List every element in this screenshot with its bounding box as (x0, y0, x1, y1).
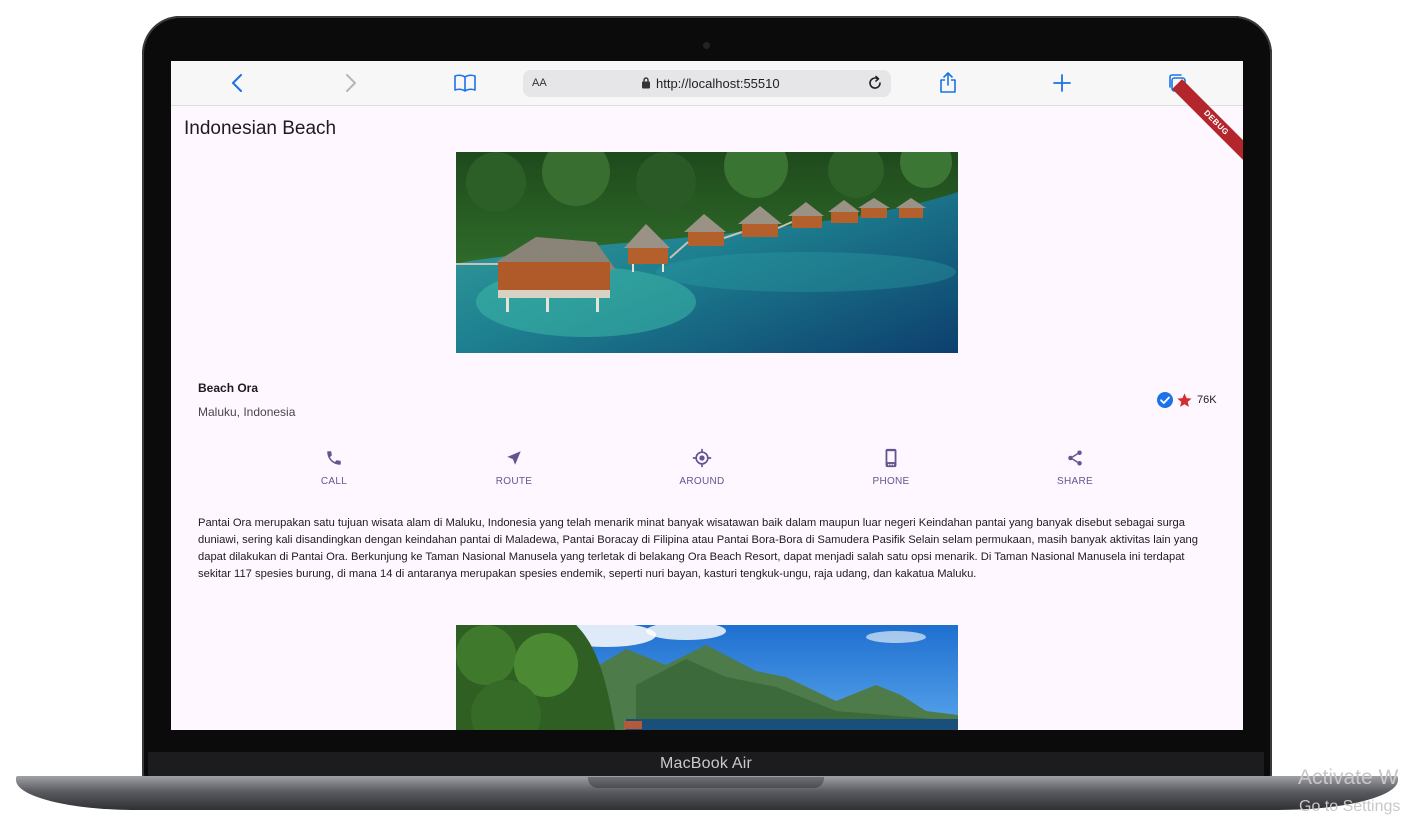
place-description: Pantai Ora merupakan satu tujuan wisata … (198, 517, 1199, 580)
text-size-button[interactable]: AA (532, 77, 547, 89)
call-action-label: CALL (320, 476, 348, 487)
beach-hero-image (456, 152, 958, 353)
place-location: Maluku, Indonesia (198, 405, 296, 419)
book-icon (454, 74, 476, 92)
phone-icon (327, 451, 341, 465)
share-action-button[interactable]: SHARE (1035, 447, 1115, 487)
place-name: Beach Ora (198, 381, 259, 395)
rating-row: 76K (1156, 391, 1217, 409)
browser-screen: AA http://localhost:55510 Indonesian Bea… (171, 61, 1243, 730)
location-target-icon (692, 448, 712, 468)
around-action-button[interactable]: AROUND (662, 447, 742, 487)
activation-watermark-subtitle: Go to Settings (1299, 798, 1401, 815)
browser-toolbar: AA http://localhost:55510 (171, 61, 1243, 106)
laptop-notch (588, 777, 824, 788)
camera-dot (703, 42, 710, 49)
share-icon (1068, 450, 1082, 466)
route-action-label: ROUTE (495, 476, 533, 487)
call-action-button[interactable]: CALL (294, 447, 374, 487)
new-tab-button[interactable] (1049, 71, 1075, 95)
route-action-button[interactable]: ROUTE (474, 447, 554, 487)
star-icon (1177, 392, 1192, 407)
reload-icon[interactable] (867, 75, 883, 91)
mountain-lake-image (456, 625, 958, 730)
lock-icon (642, 77, 650, 89)
chevron-right-icon (346, 74, 356, 92)
navigation-arrow-icon (507, 451, 521, 465)
verified-badge-icon (1157, 392, 1173, 408)
share-upload-icon (940, 72, 956, 93)
chevron-left-icon (232, 74, 242, 92)
share-page-button[interactable] (935, 71, 961, 95)
phone-action-label: PHONE (872, 476, 910, 487)
rating-count: 76K (1197, 394, 1217, 406)
back-button[interactable] (224, 71, 250, 95)
url-text: http://localhost:55510 (656, 76, 780, 91)
share-action-label: SHARE (1057, 476, 1093, 487)
phone-action-button[interactable]: PHONE (851, 447, 931, 487)
app-bar-title: Indonesian Beach (184, 118, 337, 139)
smartphone-icon (885, 448, 897, 468)
device-model-label: MacBook Air (659, 755, 752, 772)
bookmarks-button[interactable] (452, 71, 478, 95)
forward-button[interactable] (338, 71, 364, 95)
around-action-label: AROUND (679, 476, 725, 487)
plus-icon (1053, 74, 1071, 92)
address-bar[interactable]: AA http://localhost:55510 (523, 70, 891, 97)
activation-watermark-title: Activate W (1298, 766, 1399, 789)
